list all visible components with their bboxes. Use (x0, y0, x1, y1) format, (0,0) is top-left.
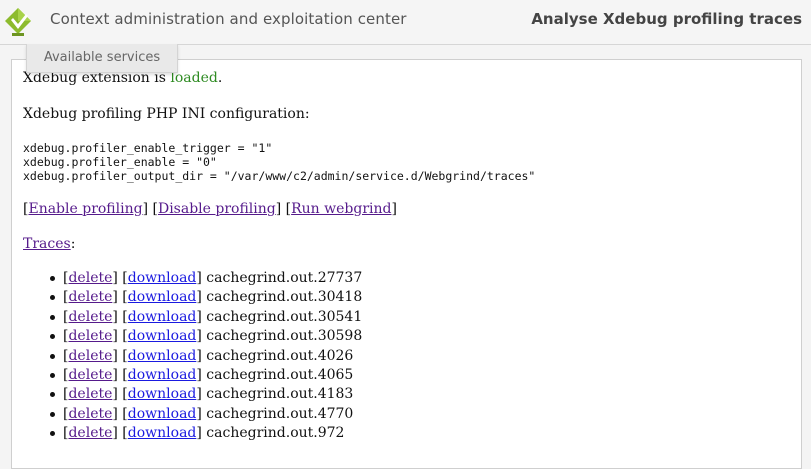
download-trace-link[interactable]: download (128, 367, 197, 383)
available-services-tab[interactable]: Available services (26, 44, 178, 73)
trace-filename: cachegrind.out.972 (206, 425, 345, 442)
bullet-icon (50, 314, 55, 320)
trace-filename: cachegrind.out.4183 (206, 386, 354, 403)
trace-item: [delete] [download] cachegrind.out.972 (50, 424, 793, 443)
header-bar: Context administration and exploitation … (0, 0, 811, 45)
trace-filename: cachegrind.out.27737 (206, 270, 363, 286)
download-trace-link[interactable]: download (128, 348, 197, 364)
bullet-icon (50, 276, 55, 281)
delete-trace-link[interactable]: delete (68, 386, 112, 402)
status-suffix: . (217, 70, 223, 86)
run-webgrind-link[interactable]: Run webgrind (291, 201, 391, 217)
disable-profiling-link[interactable]: Disable profiling (158, 201, 276, 217)
delete-trace-link[interactable]: delete (68, 367, 112, 383)
download-trace-link[interactable]: download (128, 386, 197, 402)
trace-filename: cachegrind.out.30418 (206, 289, 363, 306)
profiling-actions: [Enable profiling] [Disable profiling] [… (23, 201, 397, 217)
delete-trace-link[interactable]: delete (68, 406, 112, 422)
trace-filename: cachegrind.out.4065 (206, 367, 354, 384)
main-content: Xdebug extension is loaded. Xdebug profi… (23, 69, 793, 444)
ini-line-enable-trigger: xdebug.profiler_enable_trigger = "1" (23, 141, 273, 155)
download-trace-link[interactable]: download (128, 406, 197, 422)
trace-filename: cachegrind.out.4770 (206, 405, 354, 422)
traces-colon: : (70, 236, 76, 252)
download-trace-link[interactable]: download (128, 289, 197, 305)
delete-trace-link[interactable]: delete (68, 328, 112, 344)
page-heading: Analyse Xdebug profiling traces (531, 10, 802, 28)
delete-trace-link[interactable]: delete (68, 348, 112, 364)
ini-config-block: xdebug.profiler_enable_trigger = "1" xde… (23, 141, 793, 183)
download-trace-link[interactable]: download (128, 328, 197, 344)
bullet-icon (50, 392, 55, 398)
trace-item: [delete] [download] cachegrind.out.30598 (50, 327, 793, 346)
download-trace-link[interactable]: download (128, 425, 197, 441)
trace-item: [delete] [download] cachegrind.out.27737 (50, 269, 793, 288)
ini-line-enable: xdebug.profiler_enable = "0" (23, 155, 217, 169)
delete-trace-link[interactable]: delete (68, 309, 112, 325)
trace-item: [delete] [download] cachegrind.out.30418 (50, 288, 793, 307)
trace-filename: cachegrind.out.30598 (206, 328, 363, 345)
download-trace-link[interactable]: download (128, 309, 197, 325)
bullet-icon (50, 334, 55, 340)
traces-heading: Traces: (23, 235, 793, 253)
trace-filename: cachegrind.out.4026 (206, 347, 354, 364)
bullet-icon (50, 411, 55, 417)
trace-item: [delete] [download] cachegrind.out.4065 (50, 366, 793, 385)
bullet-icon (50, 373, 55, 379)
trace-list: [delete] [download] cachegrind.out.27737… (23, 269, 793, 444)
trace-item: [delete] [download] cachegrind.out.4026 (50, 347, 793, 366)
traces-link[interactable]: Traces (23, 236, 71, 252)
config-heading: Xdebug profiling PHP INI configuration: (23, 106, 310, 122)
bullet-icon (50, 295, 55, 301)
bullet-icon (50, 431, 55, 437)
app-logo-icon[interactable] (4, 7, 32, 37)
trace-item: [delete] [download] cachegrind.out.4183 (50, 385, 793, 404)
app-title: Context administration and exploitation … (50, 10, 407, 28)
trace-item: [delete] [download] cachegrind.out.4770 (50, 405, 793, 424)
delete-trace-link[interactable]: delete (68, 270, 112, 286)
download-trace-link[interactable]: download (128, 270, 197, 286)
trace-item: [delete] [download] cachegrind.out.30541 (50, 308, 793, 327)
delete-trace-link[interactable]: delete (68, 289, 112, 305)
bullet-icon (50, 353, 55, 359)
delete-trace-link[interactable]: delete (68, 425, 112, 441)
ini-line-output-dir: xdebug.profiler_output_dir = "/var/www/c… (23, 169, 536, 183)
enable-profiling-link[interactable]: Enable profiling (28, 201, 142, 217)
trace-filename: cachegrind.out.30541 (206, 308, 363, 325)
